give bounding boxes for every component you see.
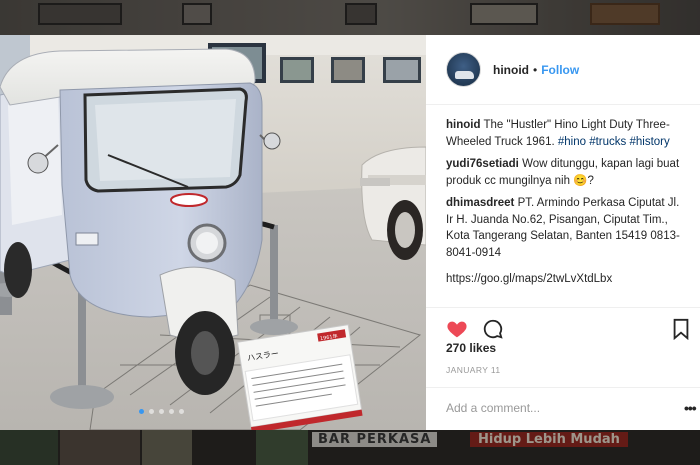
carousel-dot[interactable] bbox=[159, 409, 164, 414]
comment-item: yudi76setiadi Wow ditunggu, kapan lagi b… bbox=[446, 156, 684, 189]
carousel-indicator bbox=[139, 409, 184, 414]
post-header: hinoid • Follow bbox=[426, 35, 700, 105]
comment-username[interactable]: dhimasdreet bbox=[446, 197, 514, 209]
carousel-dot[interactable] bbox=[179, 409, 184, 414]
comment-username[interactable]: yudi76setiadi bbox=[446, 158, 519, 170]
more-options-button[interactable]: ••• bbox=[684, 400, 697, 416]
post-date[interactable]: JANUARY 11 bbox=[446, 365, 501, 375]
hashtag-link[interactable]: #history bbox=[630, 136, 670, 148]
avatar-image bbox=[455, 71, 474, 79]
carousel-dot[interactable] bbox=[169, 409, 174, 414]
caption-username[interactable]: hinoid bbox=[446, 119, 481, 131]
post-photo[interactable]: ハスラー 1961年 bbox=[0, 35, 426, 430]
comments-list: hinoid The "Hustler" Hino Light Duty Thr… bbox=[426, 105, 700, 288]
follow-button[interactable]: Follow bbox=[541, 63, 579, 77]
map-link[interactable]: https://goo.gl/maps/2twLvXtdLbx bbox=[446, 271, 684, 288]
add-comment-row: ••• bbox=[426, 387, 700, 430]
carousel-dot[interactable] bbox=[149, 409, 154, 414]
hashtag-link[interactable]: #trucks bbox=[589, 136, 626, 148]
add-comment-input[interactable] bbox=[446, 401, 666, 415]
heart-icon[interactable] bbox=[446, 318, 468, 340]
bookmark-icon[interactable] bbox=[670, 318, 692, 340]
carousel-dot[interactable] bbox=[139, 409, 144, 414]
caption: hinoid The "Hustler" Hino Light Duty Thr… bbox=[446, 117, 684, 150]
post-side-panel: hinoid • Follow hinoid The "Hustler" Hin… bbox=[426, 35, 700, 430]
hino-hustler-photo: ハスラー 1961年 bbox=[0, 35, 426, 430]
header-separator: • bbox=[533, 62, 538, 77]
likes-count[interactable]: 270 likes bbox=[446, 341, 496, 355]
post-username[interactable]: hinoid bbox=[493, 63, 529, 77]
avatar[interactable] bbox=[446, 52, 481, 87]
hashtag-link[interactable]: #hino bbox=[558, 136, 586, 148]
post-modal: ハスラー 1961年 hinoid • Follow hinoid The "H… bbox=[0, 35, 700, 430]
comment-icon[interactable] bbox=[482, 318, 504, 340]
comment-item: dhimasdreet PT. Armindo Perkasa Ciputat … bbox=[446, 195, 684, 288]
